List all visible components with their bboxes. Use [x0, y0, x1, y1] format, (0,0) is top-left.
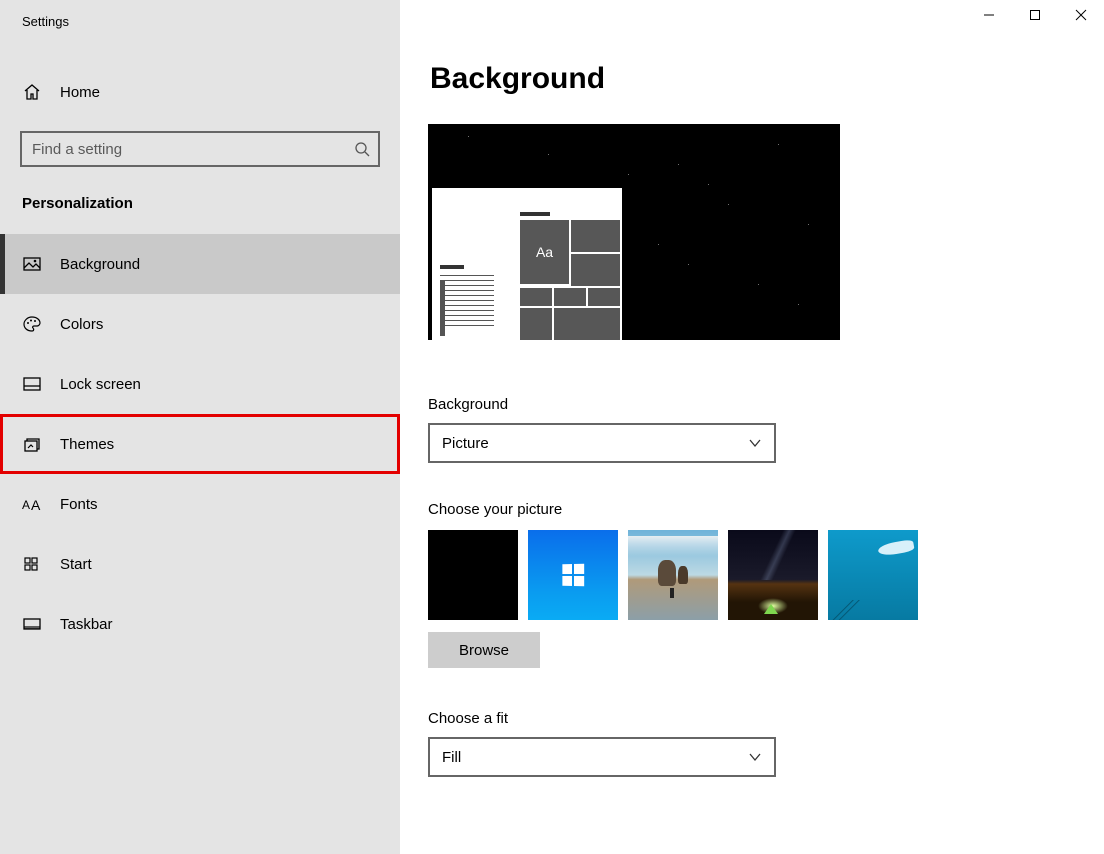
search-icon [354, 141, 370, 157]
background-label: Background [428, 396, 1104, 413]
maximize-button[interactable] [1012, 0, 1058, 30]
nav-label: Taskbar [60, 616, 113, 633]
home-nav[interactable]: Home [0, 71, 400, 113]
nav-label: Background [60, 256, 140, 273]
svg-text:A: A [22, 498, 30, 512]
sidebar-item-fonts[interactable]: AA Fonts [0, 474, 400, 534]
start-icon [22, 554, 42, 574]
choose-picture-label: Choose your picture [428, 501, 1104, 518]
taskbar-icon [22, 614, 42, 634]
fit-field: Choose a fit Fill [428, 710, 1104, 777]
svg-text:A: A [31, 497, 41, 513]
chevron-down-icon [748, 436, 762, 450]
dropdown-value: Fill [442, 749, 461, 766]
nav-label: Lock screen [60, 376, 141, 393]
nav-label: Themes [60, 436, 114, 453]
background-field: Background Picture [428, 396, 1104, 463]
preview-aa: Aa [520, 220, 569, 284]
fit-label: Choose a fit [428, 710, 1104, 727]
lock-screen-icon [22, 374, 42, 394]
chevron-down-icon [748, 750, 762, 764]
sidebar: Settings Home Personalization Background [0, 0, 400, 854]
picture-icon [22, 254, 42, 274]
sidebar-item-start[interactable]: Start [0, 534, 400, 594]
browse-button[interactable]: Browse [428, 632, 540, 668]
fit-dropdown[interactable]: Fill [428, 737, 776, 777]
themes-icon [22, 434, 42, 454]
nav-label: Colors [60, 316, 103, 333]
palette-icon [22, 314, 42, 334]
main-panel: Background Aa [400, 0, 1104, 854]
fonts-icon: AA [22, 494, 42, 514]
picture-thumb-5[interactable] [828, 530, 918, 620]
nav-label: Fonts [60, 496, 98, 513]
picture-thumbnails [428, 530, 1104, 620]
sidebar-item-colors[interactable]: Colors [0, 294, 400, 354]
search-input[interactable] [20, 131, 380, 167]
sidebar-item-taskbar[interactable]: Taskbar [0, 594, 400, 654]
close-button[interactable] [1058, 0, 1104, 30]
sidebar-item-themes[interactable]: Themes [0, 414, 400, 474]
home-icon [22, 82, 42, 102]
dropdown-value: Picture [442, 435, 489, 452]
home-label: Home [60, 84, 100, 101]
background-dropdown[interactable]: Picture [428, 423, 776, 463]
desktop-preview: Aa [428, 124, 840, 340]
picture-thumb-1[interactable] [428, 530, 518, 620]
picture-thumb-3[interactable] [628, 530, 718, 620]
search-container [20, 131, 380, 167]
section-label: Personalization [0, 195, 400, 212]
sidebar-item-background[interactable]: Background [0, 234, 400, 294]
picture-thumb-4[interactable] [728, 530, 818, 620]
page-title: Background [430, 62, 1104, 96]
nav-label: Start [60, 556, 92, 573]
window-controls [966, 0, 1104, 30]
sidebar-item-lock-screen[interactable]: Lock screen [0, 354, 400, 414]
window-title: Settings [0, 14, 400, 29]
picture-thumb-2[interactable] [528, 530, 618, 620]
minimize-button[interactable] [966, 0, 1012, 30]
